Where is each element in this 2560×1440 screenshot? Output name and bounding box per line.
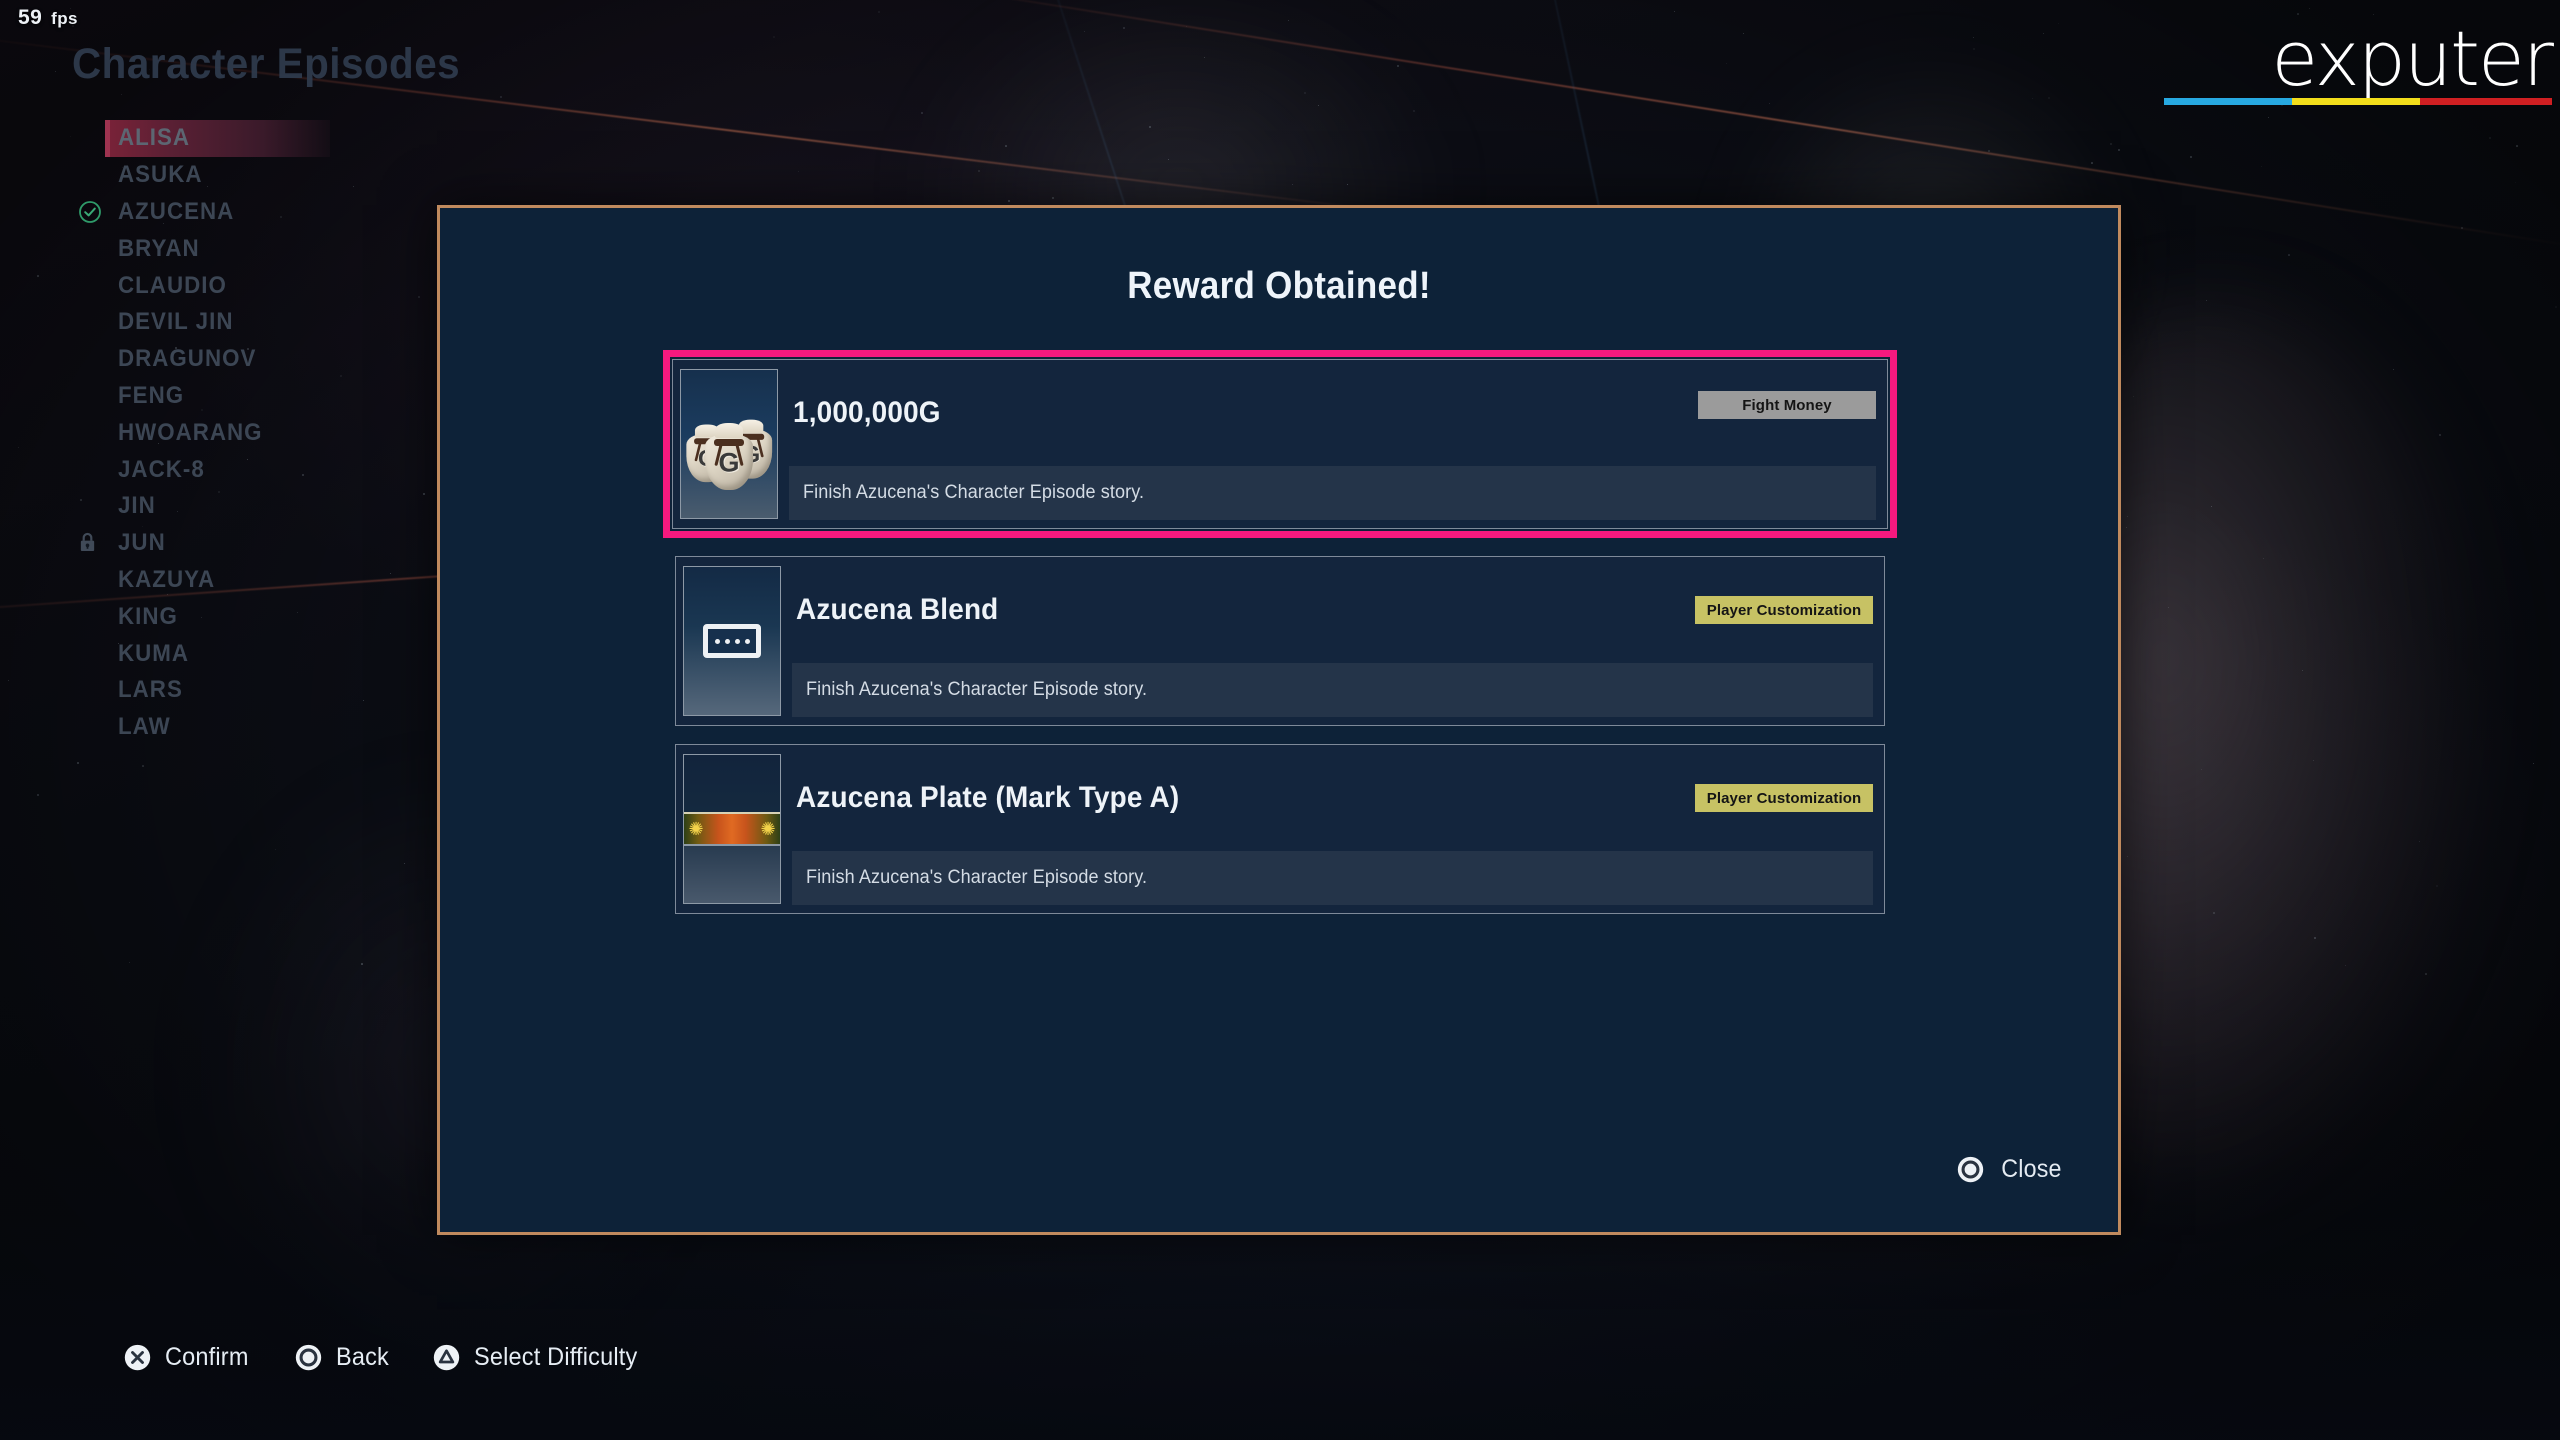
sidebar-item-label: JACK-8 [118,455,205,483]
reward-description-text: Finish Azucena's Character Episode story… [806,679,1148,700]
item-card-icon [703,624,761,658]
sidebar-item-jin[interactable]: JIN [0,488,330,525]
sidebar-item-devil-jin[interactable]: DEVIL JIN [0,304,330,341]
reward-list: G G G 1,000,000G Fight Money Finish Azuc… [440,350,2118,914]
name-plate-icon: ✺ ✺ [684,812,780,846]
sidebar-item-label: DRAGUNOV [118,345,257,373]
dialog-title: Reward Obtained! [1127,265,1431,307]
sidebar-item-label: KING [118,602,178,630]
check-circle-icon [79,201,101,223]
sidebar-item-claudio[interactable]: CLAUDIO [0,267,330,304]
lock-icon [80,533,95,552]
sidebar-item-label: CLAUDIO [118,271,227,299]
reward-thumbnail: G G G [680,369,778,519]
button-hint-label: Back [335,1343,389,1371]
reward-category-badge: Player Customization [1695,596,1873,624]
ps-circle-icon [295,1344,322,1371]
page-title: Character Episodes [72,40,461,88]
sidebar-item-dragunov[interactable]: DRAGUNOV [0,341,330,378]
status-mark [78,531,102,555]
sidebar-item-asuka[interactable]: ASUKA [0,157,330,194]
sidebar-item-label: JUN [118,529,166,557]
reward-category-badge: Player Customization [1695,784,1873,812]
button-hint-select-difficulty[interactable]: Select Difficulty [432,1343,648,1372]
reward-thumbnail [683,566,781,716]
sidebar-item-label: ASUKA [118,161,203,189]
sidebar-item-alisa[interactable]: ALISA [0,120,330,157]
reward-description-text: Finish Azucena's Character Episode story… [803,482,1145,503]
sidebar-item-label: FENG [118,381,185,409]
money-bag-icon: G G G [683,404,775,490]
reward-name: Azucena Plate (Mark Type A) [796,781,1180,814]
game-screen: 59 fps Character Episodes exputer ALISA A… [0,0,2560,1440]
logo-text: exputer [2271,14,2554,103]
button-hint-confirm[interactable]: Confirm [123,1343,254,1372]
sidebar-item-label: ALISA [118,124,191,152]
character-list[interactable]: ALISA ASUKA AZUCENA BRYAN CLAUDIO DEVIL JIN D… [0,120,330,746]
sidebar-item-label: LAW [118,713,171,741]
sidebar-item-feng[interactable]: FENG [0,378,330,415]
reward-description: Finish Azucena's Character Episode story… [792,851,1873,905]
ps-circle-icon [1957,1156,1984,1183]
reward-description: Finish Azucena's Character Episode story… [792,663,1873,717]
ps-triangle-icon [434,1344,460,1371]
ps-cross-icon [124,1344,151,1371]
sidebar-item-label: KAZUYA [118,565,216,593]
sidebar-item-jun[interactable]: JUN [0,525,330,562]
sidebar-item-kuma[interactable]: KUMA [0,635,330,672]
reward-description-text: Finish Azucena's Character Episode story… [806,867,1148,888]
sidebar-item-bryan[interactable]: BRYAN [0,230,330,267]
button-hint-label: Select Difficulty [474,1343,638,1371]
logo-color-bar [2164,98,2552,106]
reward-item[interactable]: Azucena Blend Player Customization Finis… [675,556,1885,726]
sidebar-item-label: LARS [118,676,183,704]
reward-dialog: Reward Obtained! G G G 1,000,000G Fight … [437,205,2121,1235]
sidebar-item-azucena[interactable]: AZUCENA [0,194,330,231]
close-label: Close [2001,1155,2062,1183]
sidebar-item-law[interactable]: LAW [0,709,330,746]
sidebar-item-label: JIN [118,492,156,520]
fps-value: 59 [18,6,43,29]
reward-item[interactable]: ✺ ✺ Azucena Plate (Mark Type A) Player Cu… [675,744,1885,914]
exputer-watermark: exputer [2164,14,2554,106]
reward-thumbnail: ✺ ✺ [683,754,781,904]
sidebar-item-jack-8[interactable]: JACK-8 [0,451,330,488]
status-mark [78,200,102,224]
fps-unit: fps [51,9,78,28]
sidebar-item-label: KUMA [118,639,190,667]
button-hint-bar: Confirm Back Select Difficulty [123,1343,648,1372]
selection-accent-bar [105,120,110,157]
sidebar-item-label: DEVIL JIN [118,308,234,336]
reward-category-badge: Fight Money [1698,391,1876,419]
sidebar-item-kazuya[interactable]: KAZUYA [0,562,330,599]
button-hint-label: Confirm [165,1343,249,1371]
sidebar-item-label: BRYAN [118,234,200,262]
sidebar-item-hwoarang[interactable]: HWOARANG [0,414,330,451]
sidebar-item-lars[interactable]: LARS [0,672,330,709]
close-button[interactable]: Close [1956,1155,2064,1184]
sidebar-item-king[interactable]: KING [0,598,330,635]
reward-name: 1,000,000G [793,396,941,429]
sidebar-item-label: AZUCENA [118,197,235,225]
sidebar-item-label: HWOARANG [118,418,263,446]
button-hint-back[interactable]: Back [294,1343,392,1372]
fps-counter: 59 fps [18,6,78,30]
reward-name: Azucena Blend [796,593,999,626]
reward-item[interactable]: G G G 1,000,000G Fight Money Finish Azuc… [663,350,1897,538]
reward-description: Finish Azucena's Character Episode story… [789,466,1876,520]
